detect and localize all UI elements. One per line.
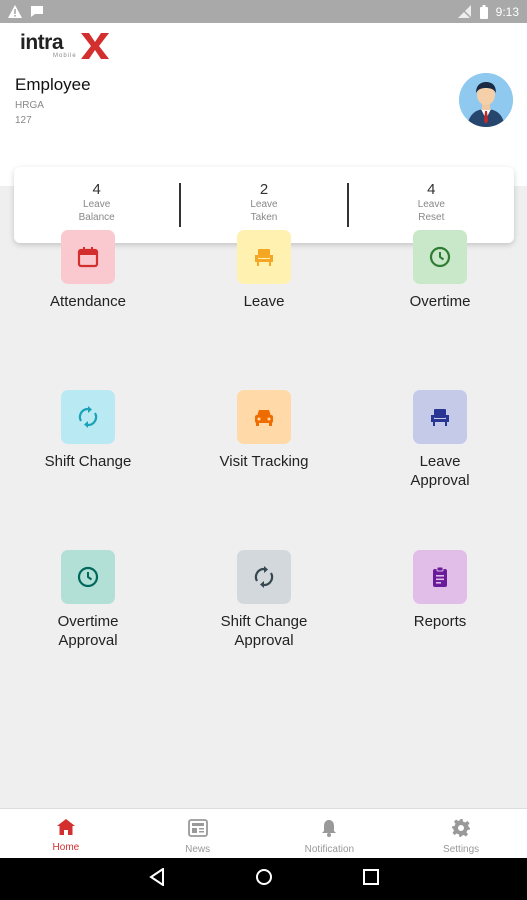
summary-value: 2 — [259, 181, 269, 198]
nav-settings[interactable]: Settings — [395, 809, 527, 858]
bottom-nav: Home News Notification Settings — [0, 808, 527, 858]
gear-icon — [452, 819, 471, 837]
menu-label: Leave — [243, 293, 285, 310]
warning-icon — [8, 5, 22, 18]
summary-label: Leave — [250, 199, 278, 210]
home-icon — [56, 819, 75, 835]
menu-overtime[interactable]: Overtime — [352, 230, 527, 311]
summary-label: Reset — [418, 212, 445, 223]
menu-label: Shift Change — [220, 613, 308, 630]
message-icon — [30, 5, 44, 18]
sync-icon — [237, 550, 291, 604]
employee-id: 127 — [15, 115, 32, 126]
logo-word: intra — [20, 31, 64, 54]
menu-reports[interactable]: Reports — [352, 550, 527, 631]
battery-icon — [479, 4, 488, 19]
logo-x-mark — [81, 33, 109, 59]
clock-icon — [61, 550, 115, 604]
nav-notification[interactable]: Notification — [264, 809, 396, 858]
chair-icon — [413, 390, 467, 444]
sync-icon — [61, 390, 115, 444]
nav-label: News — [185, 844, 211, 855]
menu-label: Approval — [58, 632, 118, 649]
nav-news[interactable]: News — [132, 809, 264, 858]
menu-label: Approval — [234, 632, 294, 649]
menu-leave-approval[interactable]: Leave Approval — [352, 390, 527, 490]
app-logo: intra Mobile — [20, 31, 110, 61]
menu-label: Overtime — [57, 613, 119, 630]
logo-sub: Mobile — [53, 53, 77, 59]
employee-department: HRGA — [15, 100, 44, 111]
user-avatar-icon — [459, 73, 513, 127]
clock-icon — [413, 230, 467, 284]
menu-attendance[interactable]: Attendance — [0, 230, 176, 311]
summary-label: Leave — [417, 199, 445, 210]
chair-icon — [237, 230, 291, 284]
bell-icon — [322, 820, 337, 837]
nav-label: Home — [52, 842, 80, 853]
menu-overtime-approval[interactable]: Overtime Approval — [0, 550, 176, 650]
status-bar: 9:13 — [0, 0, 527, 23]
summary-value: 4 — [92, 181, 101, 198]
recents-icon[interactable] — [362, 868, 379, 890]
employee-name: Employee — [15, 75, 91, 94]
news-icon — [187, 819, 208, 837]
menu-label: Reports — [413, 613, 467, 630]
home-circle-icon[interactable] — [255, 868, 273, 891]
menu-label: Leave — [419, 453, 461, 470]
nav-label: Settings — [443, 844, 480, 855]
menu-label: Approval — [410, 472, 470, 489]
status-time: 9:13 — [495, 4, 519, 19]
summary-label: Balance — [78, 212, 115, 223]
signal-off-icon — [457, 5, 472, 18]
summary-label: Leave — [83, 199, 111, 210]
summary-value: 4 — [427, 181, 436, 198]
car-icon — [237, 390, 291, 444]
clipboard-icon — [413, 550, 467, 604]
menu-label: Overtime — [409, 293, 471, 310]
menu-label: Attendance — [50, 293, 126, 310]
menu-shift-change[interactable]: Shift Change — [0, 390, 176, 471]
menu-shift-change-approval[interactable]: Shift Change Approval — [176, 550, 352, 650]
profile-header: intra Mobile Employee HRGA 127 4 Leave B… — [0, 23, 527, 243]
back-icon[interactable] — [148, 866, 165, 891]
avatar[interactable] — [459, 73, 513, 127]
menu-label: Visit Tracking — [219, 453, 309, 470]
nav-label: Notification — [304, 844, 355, 855]
menu-label: Shift Change — [44, 453, 132, 470]
summary-label: Taken — [250, 212, 278, 223]
menu-visit-tracking[interactable]: Visit Tracking — [176, 390, 352, 471]
menu-leave[interactable]: Leave — [176, 230, 352, 311]
nav-home[interactable]: Home — [0, 809, 132, 858]
system-nav-bar — [0, 858, 527, 900]
calendar-icon — [61, 230, 115, 284]
